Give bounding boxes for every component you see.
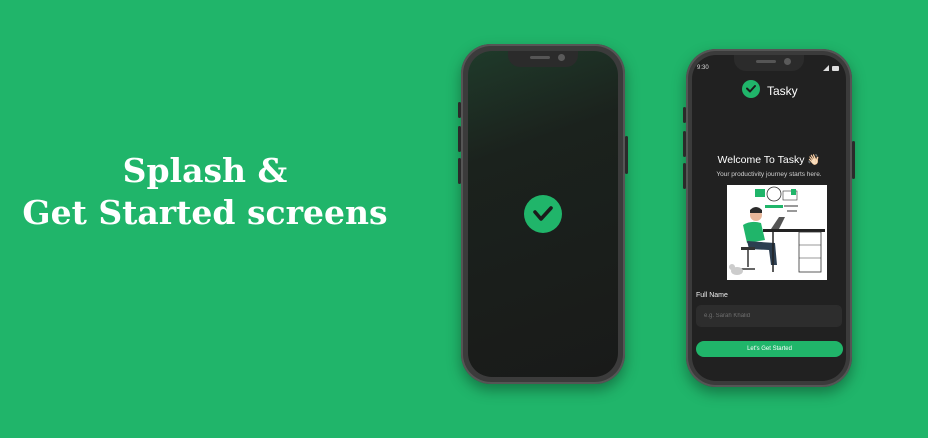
get-started-button[interactable]: Let's Get Started [696, 341, 843, 357]
welcome-title: Welcome To Tasky 👋🏻 [717, 154, 821, 166]
speaker-grille [756, 60, 776, 63]
status-time: 9:30 [697, 65, 709, 71]
get-started-phone-frame: 9:30 Tasky Welcome To Tasky 👋🏻 Your prod… [683, 49, 855, 387]
headline-line-2: Get Started screens [22, 193, 388, 232]
person-at-desk-illustration [727, 185, 827, 280]
app-name: Tasky [767, 84, 798, 98]
volume-up-button [458, 126, 461, 152]
splash-screen [468, 51, 618, 377]
front-camera [784, 58, 791, 65]
mute-switch [458, 102, 461, 118]
notch [508, 51, 578, 67]
splash-phone-frame [458, 44, 628, 384]
volume-down-button [683, 163, 686, 189]
speaker-grille [530, 56, 550, 59]
full-name-label: Full Name [696, 292, 728, 299]
notch [734, 55, 804, 71]
status-icons [822, 65, 840, 74]
tagline: Your productivity journey starts here. [716, 171, 822, 178]
headline-line-1: Splash & [122, 151, 288, 190]
volume-down-button [458, 158, 461, 184]
mute-switch [683, 107, 686, 123]
tasky-logo-icon [524, 195, 562, 233]
signal-icon [823, 65, 829, 71]
tasky-logo-icon [742, 80, 760, 98]
headline: Splash & Get Started screens [10, 150, 400, 234]
front-camera [558, 54, 565, 61]
battery-icon [832, 66, 839, 71]
get-started-screen: 9:30 Tasky Welcome To Tasky 👋🏻 Your prod… [692, 55, 846, 381]
volume-up-button [683, 131, 686, 157]
power-button [625, 136, 628, 174]
full-name-input[interactable] [696, 305, 842, 327]
power-button [852, 141, 855, 179]
